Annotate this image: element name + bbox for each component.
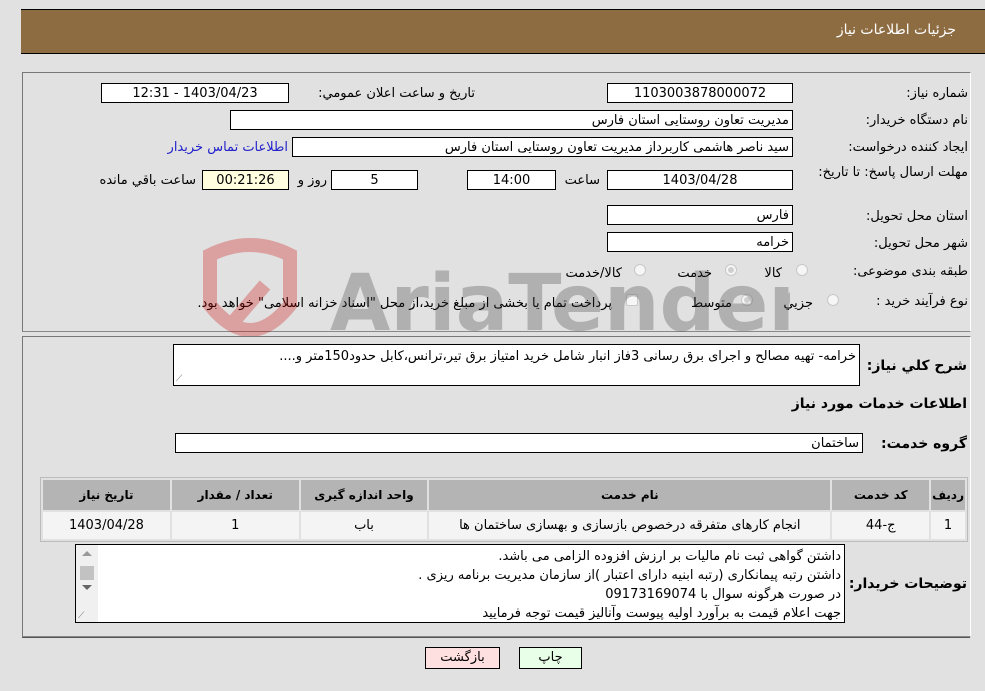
buyer-notes-text: داشتن گواهی ثبت نام مالیات بر ارزش افزود… — [98, 547, 844, 623]
city-label: شهر محل تحویل: — [873, 236, 968, 251]
col-service-code: کد خدمت — [832, 480, 930, 510]
buyer-notes-scrollbar[interactable]: ⟋ — [76, 545, 98, 622]
need-number-field[interactable]: 1103003878000072 — [607, 83, 793, 103]
page-header: جزئیات اطلاعات نیاز — [21, 9, 985, 54]
buyer-contact-link[interactable]: اطلاعات تماس خریدار — [168, 140, 288, 155]
days-label: روز و — [297, 173, 327, 188]
services-table: ردیف کد خدمت نام خدمت واحد اندازه گیری ت… — [40, 477, 968, 542]
province-field[interactable]: فارس — [607, 205, 793, 225]
category-option-goods: کالا — [764, 266, 782, 281]
description-label: شرح کلي نیاز: — [866, 358, 967, 374]
deadline-time-field[interactable]: 14:00 — [467, 170, 556, 190]
scroll-thumb[interactable] — [80, 566, 94, 580]
services-table-header: ردیف کد خدمت نام خدمت واحد اندازه گیری ت… — [43, 480, 965, 510]
creator-field[interactable]: سید ناصر هاشمی کاربرداز مدیریت تعاون روس… — [292, 137, 793, 157]
print-button[interactable]: چاپ — [519, 647, 582, 669]
payment-note: پرداخت تمام یا بخشی از مبلغ خرید،از محل … — [197, 296, 612, 311]
creator-label: ایجاد کننده درخواست: — [848, 140, 968, 155]
deadline-label: مهلت ارسال پاسخ: تا تاریخ: — [818, 165, 968, 180]
category-radio-goods-service[interactable] — [634, 264, 646, 276]
category-option-goods-service: کالا/خدمت — [565, 266, 622, 281]
cell-service-code: ج-44 — [832, 512, 930, 539]
buyer-org-label: نام دستگاه خریدار: — [865, 113, 968, 128]
buyer-notes-textarea[interactable]: داشتن گواهی ثبت نام مالیات بر ارزش افزود… — [75, 544, 845, 623]
cell-need-date: 1403/04/28 — [43, 512, 170, 539]
service-group-field[interactable]: ساختمان — [175, 433, 863, 453]
category-radio-service[interactable] — [725, 264, 737, 276]
table-row: 1 ج-44 انجام کارهای متفرقه درخصوص بازساز… — [43, 512, 965, 539]
category-option-service: خدمت — [677, 266, 712, 281]
description-textarea[interactable]: خرامه- تهیه مصالح و اجرای برق رسانی 3فاز… — [173, 344, 860, 386]
buyer-note-line: در صورت هرگونه سوال با 09173169074 — [605, 587, 841, 602]
col-service-name: نام خدمت — [429, 480, 831, 510]
description-text: خرامه- تهیه مصالح و اجرای برق رسانی 3فاز… — [279, 349, 856, 364]
cell-quantity: 1 — [171, 512, 299, 539]
cell-unit: باب — [300, 512, 428, 539]
process-option-minor: جزيي — [783, 296, 813, 311]
deadline-time-label: ساعت — [564, 173, 600, 188]
service-group-label: گروه خدمت: — [881, 436, 967, 452]
scroll-down-icon[interactable] — [82, 585, 92, 590]
deadline-date-field[interactable]: 1403/04/28 — [607, 170, 793, 190]
col-need-date: تاریخ نیاز — [43, 480, 170, 510]
category-label: طبقه بندی موضوعی: — [852, 264, 968, 279]
days-remaining-field[interactable]: 5 — [331, 170, 418, 190]
buyer-note-line: داشتن گواهی ثبت نام مالیات بر ارزش افزود… — [498, 549, 841, 564]
footer-divider — [22, 637, 970, 638]
process-option-medium: متوسط — [691, 296, 732, 311]
need-number-label: شماره نیاز: — [906, 86, 968, 101]
city-field[interactable]: خرامه — [607, 232, 793, 252]
page-title: جزئیات اطلاعات نیاز — [836, 22, 956, 38]
col-unit: واحد اندازه گیری — [300, 480, 428, 510]
buyer-notes-label: توضیحات خریدار: — [848, 576, 967, 592]
time-remaining-label: ساعت باقي مانده — [99, 173, 196, 188]
payment-treasury-checkbox[interactable] — [626, 294, 638, 306]
scroll-up-icon[interactable] — [82, 551, 92, 556]
buyer-org-field[interactable]: مدیریت تعاون روستایی استان فارس — [230, 110, 793, 130]
cell-row-number: 1 — [931, 512, 965, 539]
col-quantity: تعداد / مقدار — [171, 480, 299, 510]
process-radio-minor[interactable] — [827, 294, 839, 306]
back-button[interactable]: بازگشت — [425, 647, 500, 669]
province-label: استان محل تحویل: — [866, 209, 968, 224]
resize-grip-icon[interactable]: ⟋ — [78, 611, 84, 621]
col-row-number: ردیف — [931, 480, 965, 510]
process-label: نوع فرآیند خرید : — [876, 294, 968, 309]
announce-datetime-field[interactable]: 1403/04/23 - 12:31 — [101, 83, 289, 103]
resize-grip-icon[interactable]: ⟋ — [176, 374, 182, 384]
category-radio-goods[interactable] — [796, 264, 808, 276]
cell-service-name: انجام کارهای متفرقه درخصوص بازسازی و بهس… — [429, 512, 831, 539]
process-radio-medium[interactable] — [741, 294, 753, 306]
buyer-note-line: داشتن رتبه پیمانکاری (رتبه ابنیه دارای ا… — [418, 568, 841, 583]
buyer-note-line: جهت اعلام قیمت به برآورد اولیه پیوست وآن… — [482, 606, 841, 621]
announce-label: تاریخ و ساعت اعلان عمومي: — [318, 86, 475, 101]
time-remaining-field[interactable]: 00:21:26 — [202, 170, 289, 190]
services-section-title: اطلاعات خدمات مورد نیاز — [791, 396, 967, 412]
